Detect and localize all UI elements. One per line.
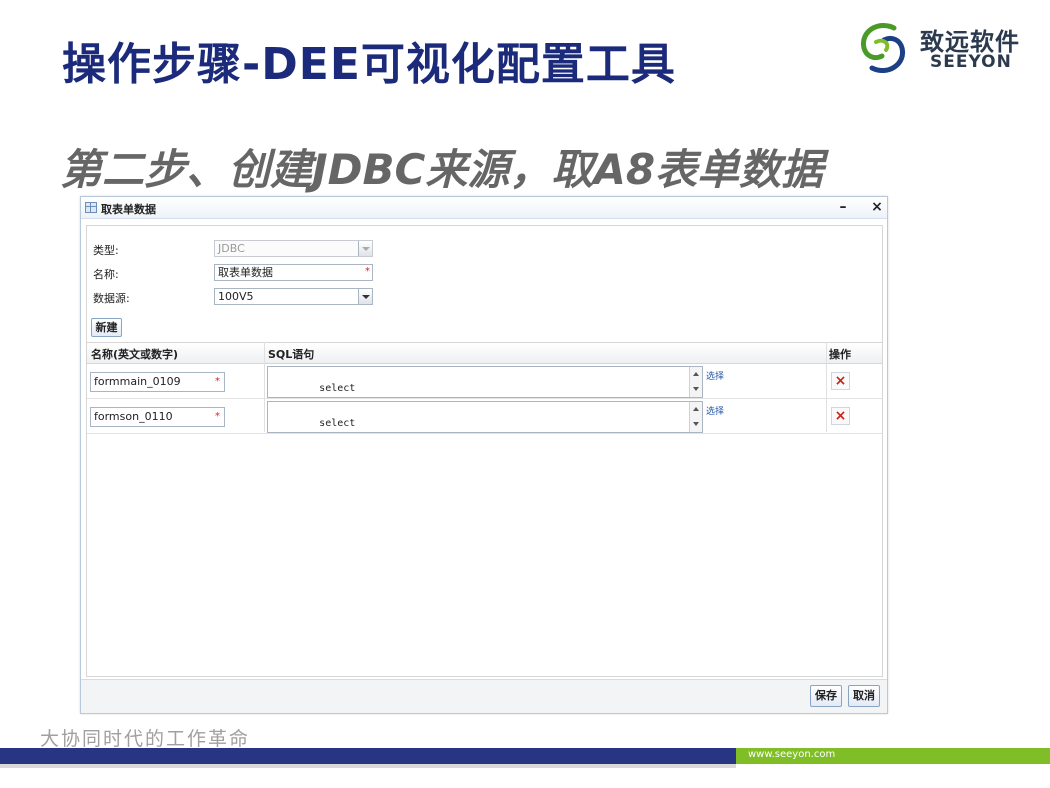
table-row: formson_0110 * select formson_0110.field… <box>87 400 882 434</box>
row-name-input[interactable]: formmain_0109 * <box>90 372 225 392</box>
row-name-input[interactable]: formson_0110 * <box>90 407 225 427</box>
sql-text: select formson_0110.field0004,formson_01… <box>319 418 356 429</box>
name-field-value: 取表单数据 <box>218 266 273 279</box>
column-header-name: 名称(英文或数字) <box>91 348 179 361</box>
datasource-label: 数据源: <box>93 292 130 305</box>
datasource-dialog: 取表单数据 – × 类型: JDBC 名称: 取表单数据 * 数据源: 100V… <box>80 196 888 714</box>
datasource-select-value: 100V5 <box>218 290 254 303</box>
dialog-footer: 保存 取消 <box>81 679 887 713</box>
required-mark: * <box>215 411 220 422</box>
minimize-icon[interactable]: – <box>835 197 851 217</box>
cancel-button[interactable]: 取消 <box>848 685 880 707</box>
scroll-up-icon[interactable] <box>689 402 702 417</box>
scroll-down-icon[interactable] <box>689 417 702 432</box>
footer-bar-dark <box>0 748 736 764</box>
select-link[interactable]: 选择 <box>706 369 724 382</box>
row-name-value: formmain_0109 <box>94 375 181 388</box>
select-link[interactable]: 选择 <box>706 404 724 417</box>
sql-text: select formmain_0109.field0001,formmain_… <box>319 383 356 394</box>
required-mark: * <box>215 376 220 387</box>
sql-textarea[interactable]: select formson_0110.field0004,formson_01… <box>267 401 703 433</box>
logo-english-name: SEEYON <box>930 52 1012 72</box>
table-icon <box>85 202 97 213</box>
table-row: formmain_0109 * select formmain_0109.fie… <box>87 365 882 399</box>
name-field[interactable]: 取表单数据 * <box>214 264 373 281</box>
delete-icon[interactable]: × <box>831 372 850 390</box>
footer-website: www.seeyon.com <box>748 749 836 760</box>
close-icon[interactable]: × <box>869 197 885 217</box>
datasource-select[interactable]: 100V5 <box>214 288 373 305</box>
sql-textarea[interactable]: select formmain_0109.field0001,formmain_… <box>267 366 703 398</box>
type-select-value: JDBC <box>218 242 245 255</box>
chevron-down-icon[interactable] <box>358 241 372 256</box>
type-select[interactable]: JDBC <box>214 240 373 257</box>
dialog-titlebar[interactable]: 取表单数据 – × <box>81 197 887 219</box>
seeyon-logo: 致远软件 SEEYON <box>856 20 1026 76</box>
type-label: 类型: <box>93 244 119 257</box>
grid-header: 名称(英文或数字) SQL语句 操作 <box>87 342 882 364</box>
scroll-up-icon[interactable] <box>689 367 702 382</box>
column-header-action: 操作 <box>829 348 851 361</box>
chevron-down-icon[interactable] <box>358 289 372 304</box>
slide-slogan: 大协同时代的工作革命 <box>40 728 251 750</box>
save-button[interactable]: 保存 <box>810 685 842 707</box>
dialog-title: 取表单数据 <box>101 203 156 216</box>
seeyon-logo-icon <box>860 23 906 73</box>
new-button[interactable]: 新建 <box>91 318 122 337</box>
dialog-body: 类型: JDBC 名称: 取表单数据 * 数据源: 100V5 新建 名称(英文… <box>86 225 883 677</box>
slide-subtitle: 第二步、创建JDBC来源，取A8表单数据 <box>60 145 824 194</box>
scroll-down-icon[interactable] <box>689 382 702 397</box>
footer-bar-gray <box>0 764 736 768</box>
delete-icon[interactable]: × <box>831 407 850 425</box>
column-header-sql: SQL语句 <box>268 348 315 361</box>
slide-title: 操作步骤-DEE可视化配置工具 <box>62 39 676 90</box>
required-mark: * <box>365 266 370 277</box>
row-name-value: formson_0110 <box>94 410 173 423</box>
name-label: 名称: <box>93 268 119 281</box>
